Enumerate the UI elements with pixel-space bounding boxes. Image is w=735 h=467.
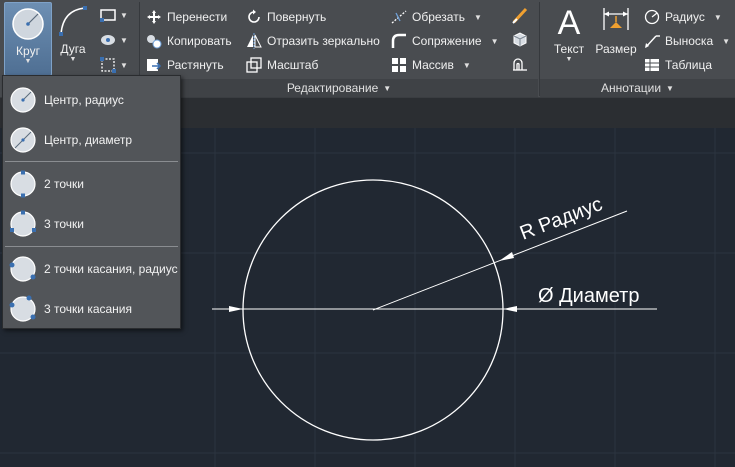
- radius-dimension-button[interactable]: Радиус ▼: [644, 8, 722, 26]
- 3d-box-icon[interactable]: [511, 30, 529, 48]
- diameter-left-arrowhead: [229, 306, 243, 312]
- array-icon: [392, 58, 406, 72]
- circle-3-points-icon: [10, 210, 36, 237]
- svg-text:A: A: [558, 4, 581, 38]
- hatch-tool-button[interactable]: ▼: [100, 33, 128, 47]
- menu-item-label: Центр, радиус: [44, 93, 124, 107]
- circle-center-radius-icon: [10, 87, 36, 113]
- circle-tool-icon: [12, 8, 44, 40]
- menu-item-center-radius[interactable]: Центр, радиус: [3, 80, 180, 120]
- copy-button[interactable]: Копировать: [146, 32, 232, 50]
- fillet-button[interactable]: Сопряжение ▼: [391, 32, 499, 50]
- leader-button[interactable]: Выноска ▼: [644, 32, 730, 50]
- annotation-panel-title-text: Аннотации: [601, 81, 662, 95]
- scale-button[interactable]: Масштаб: [246, 56, 318, 74]
- text-tool-button[interactable]: A Текст ▼: [549, 4, 589, 76]
- arc-tool-label: Дуга: [60, 42, 86, 56]
- array-label: Массив: [412, 58, 454, 72]
- chevron-down-icon: ▼: [383, 83, 392, 93]
- rotate-label: Повернуть: [267, 10, 327, 24]
- menu-item-label: Центр, диаметр: [44, 133, 133, 147]
- rectangle-tool-button[interactable]: ▼: [100, 8, 128, 22]
- modify-panel-title[interactable]: Редактирование ▼: [140, 79, 538, 97]
- chevron-down-icon: ▼: [722, 36, 731, 46]
- stretch-label: Растянуть: [167, 58, 224, 72]
- trim-button[interactable]: Обрезать ▼: [391, 8, 482, 26]
- match-properties-icon[interactable]: [511, 6, 529, 24]
- region-tool-button[interactable]: ▼: [100, 57, 128, 73]
- arc-tool-button[interactable]: Дуга ▼: [56, 4, 90, 76]
- arc-tool-icon: [59, 6, 87, 36]
- chevron-down-icon: ▼: [666, 83, 674, 93]
- circle-tan-tan-tan-icon: [9, 295, 36, 322]
- hatch-icon: [101, 35, 115, 45]
- rectangle-icon: [100, 9, 116, 22]
- mirror-label: Отразить зеркально: [267, 34, 380, 48]
- region-icon: [100, 57, 116, 73]
- trim-icon: [391, 10, 407, 24]
- move-button[interactable]: Перенести: [146, 8, 227, 26]
- menu-item-label: 2 точки касания, радиус: [44, 262, 178, 276]
- array-button[interactable]: Массив ▼: [391, 56, 471, 74]
- menu-item-tan-tan-tan[interactable]: 3 точки касания: [3, 289, 180, 329]
- circle-tan-tan-radius-icon: [9, 256, 36, 282]
- mirror-icon: [247, 33, 262, 49]
- circle-tool-button[interactable]: Круг ▼: [4, 2, 52, 76]
- radius-icon: [644, 9, 660, 25]
- dimension-tool-icon: [603, 8, 629, 30]
- diameter-right-arrowhead: [503, 306, 517, 312]
- chevron-down-icon: ▼: [713, 12, 722, 22]
- scale-icon: [246, 57, 262, 73]
- menu-item-tan-tan-radius[interactable]: 2 точки касания, радиус: [3, 249, 180, 289]
- dimension-tool-label: Размер: [595, 42, 637, 56]
- menu-separator: [5, 246, 178, 247]
- chevron-down-icon: ▼: [473, 12, 482, 22]
- menu-item-label: 3 точки касания: [44, 302, 133, 316]
- chevron-down-icon: ▼: [24, 58, 32, 65]
- dimension-tool-button[interactable]: Размер: [594, 4, 638, 64]
- copy-icon: [147, 35, 162, 49]
- table-label: Таблица: [665, 58, 713, 72]
- menu-item-2-points[interactable]: 2 точки: [3, 164, 180, 204]
- scale-label: Масштаб: [267, 58, 319, 72]
- menu-item-label: 3 точки: [44, 217, 84, 231]
- menu-separator: [5, 161, 178, 162]
- rotate-button[interactable]: Повернуть: [246, 8, 326, 26]
- text-tool-label: Текст: [553, 42, 585, 56]
- circle-tool-label: Круг: [16, 44, 40, 58]
- circle-dropdown-menu: Центр, радиус Центр, диаметр 2 точки 3 т…: [2, 75, 181, 329]
- radius-label: Радиус: [665, 10, 705, 24]
- table-button[interactable]: Таблица: [644, 56, 712, 74]
- menu-item-center-diameter[interactable]: Центр, диаметр: [3, 120, 180, 160]
- move-icon: [147, 10, 161, 24]
- annotation-panel-title[interactable]: Аннотации ▼: [540, 79, 735, 97]
- chevron-down-icon: ▼: [69, 56, 77, 63]
- stretch-button[interactable]: Растянуть: [146, 56, 224, 74]
- chevron-down-icon: ▼: [120, 10, 128, 20]
- diameter-dimension-text[interactable]: Ø Диаметр: [538, 285, 639, 307]
- move-label: Перенести: [167, 10, 228, 24]
- menu-item-3-points[interactable]: 3 точки: [3, 204, 180, 244]
- rotate-icon: [248, 9, 260, 23]
- chevron-down-icon: ▼: [490, 36, 499, 46]
- table-icon: [645, 59, 659, 71]
- chevron-down-icon: ▼: [462, 60, 471, 70]
- fillet-label: Сопряжение: [412, 34, 482, 48]
- modify-panel-title-text: Редактирование: [286, 81, 379, 95]
- leader-icon: [645, 35, 660, 48]
- copy-label: Копировать: [167, 34, 232, 48]
- chevron-down-icon: ▼: [120, 60, 128, 70]
- chevron-down-icon: ▼: [565, 56, 573, 63]
- mirror-button[interactable]: Отразить зеркально: [246, 32, 380, 50]
- fillet-icon: [391, 33, 406, 48]
- offset-icon[interactable]: [511, 55, 529, 73]
- chevron-down-icon: ▼: [120, 35, 128, 45]
- trim-label: Обрезать: [412, 10, 465, 24]
- stretch-icon: [147, 59, 162, 71]
- menu-item-label: 2 точки: [44, 177, 84, 191]
- text-tool-icon: A: [558, 4, 581, 38]
- circle-2-points-icon: [10, 170, 36, 198]
- leader-label: Выноска: [665, 34, 714, 48]
- circle-center-diameter-icon: [10, 127, 36, 153]
